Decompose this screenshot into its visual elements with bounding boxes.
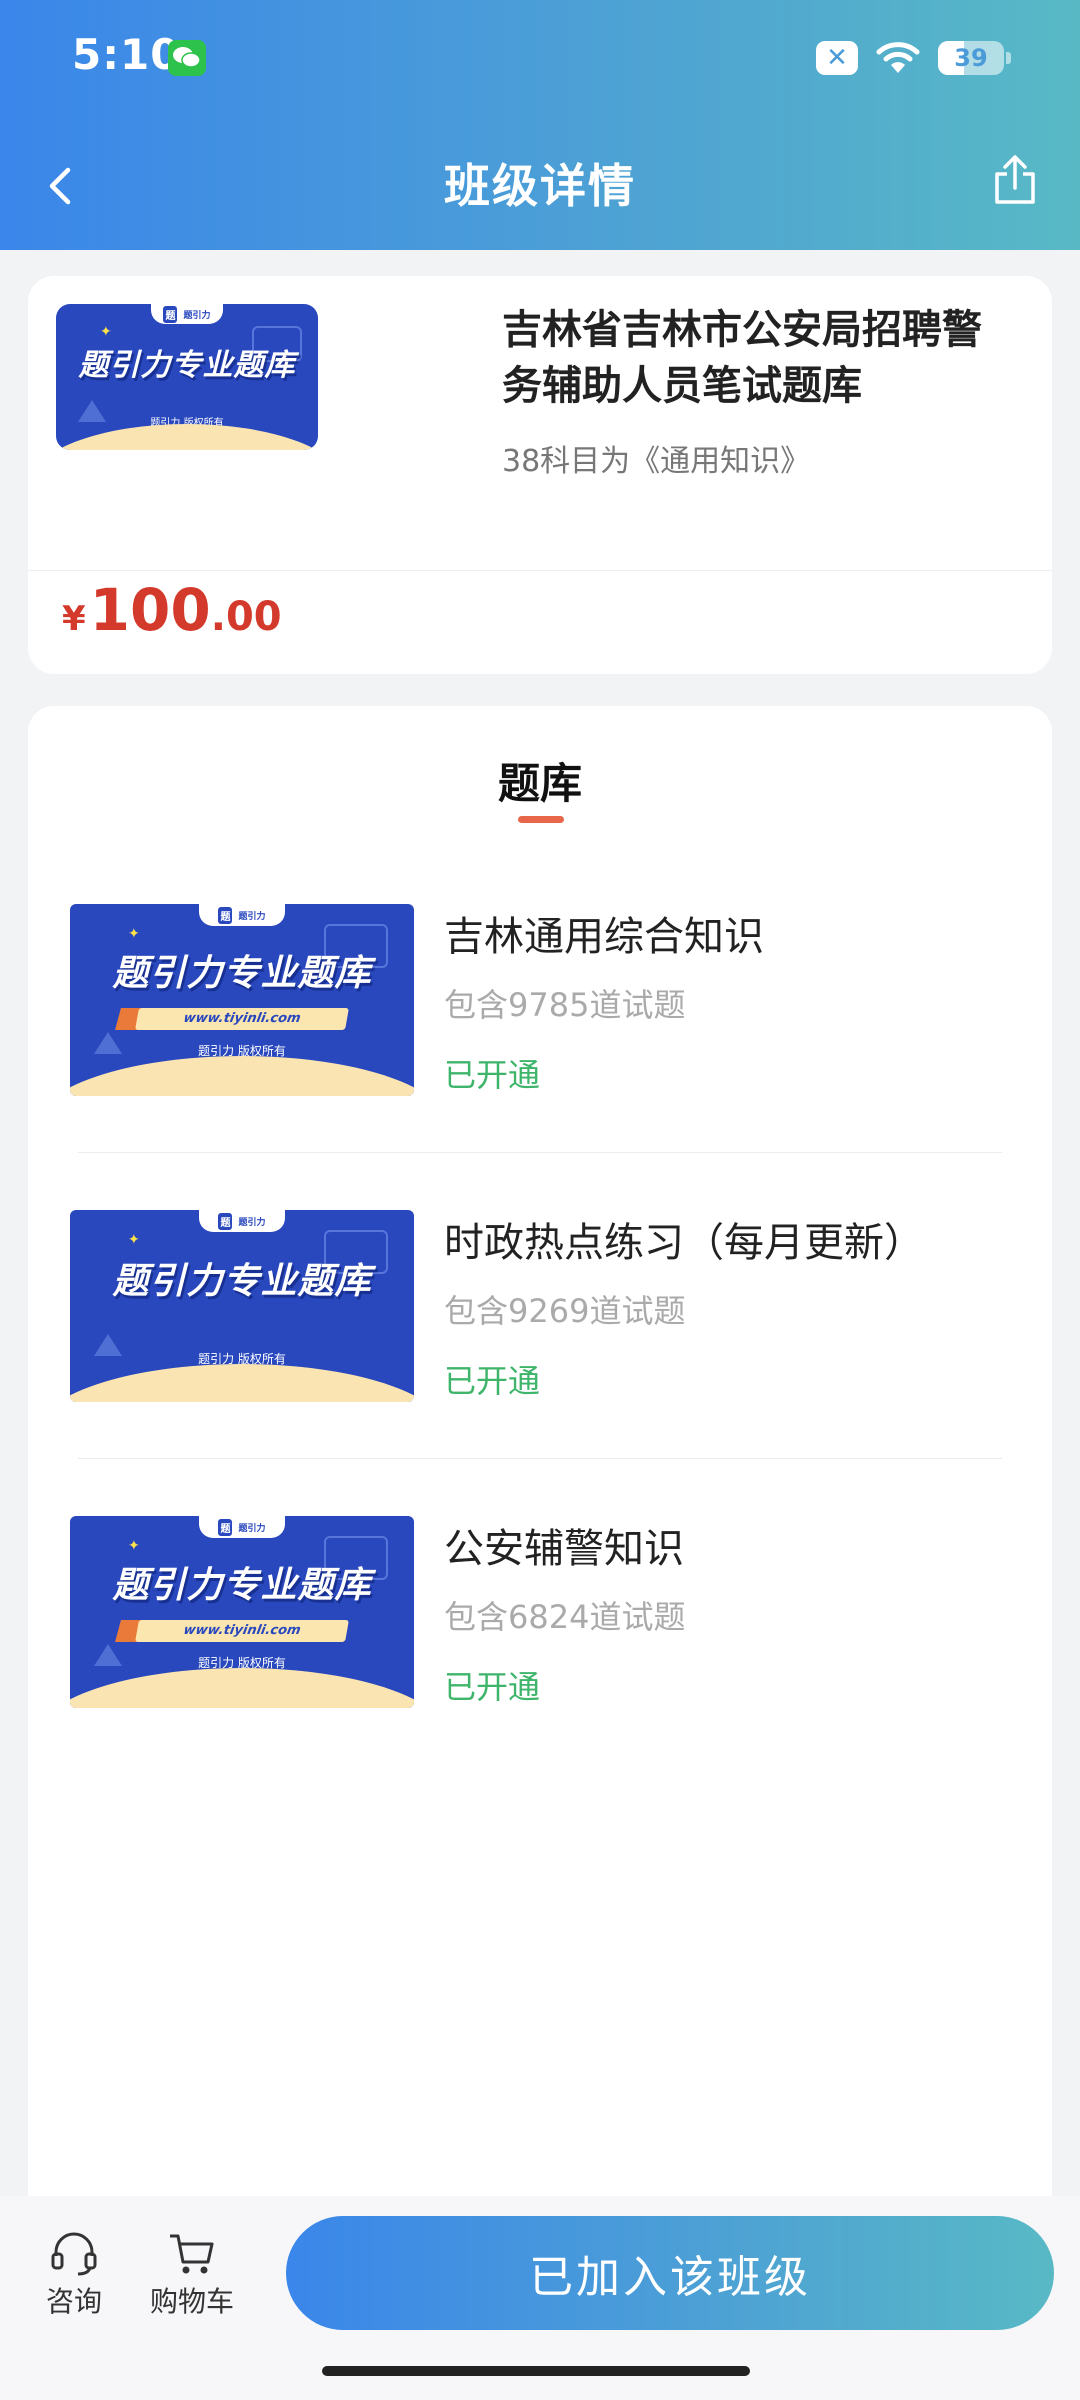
brand-logo-icon: 题 — [163, 305, 178, 323]
banner-wave — [70, 1364, 414, 1402]
banner-wave — [70, 1668, 414, 1708]
bank-status: 已开通 — [444, 1362, 541, 1400]
cart-label: 购物车 — [150, 2285, 235, 2318]
banner-brand-text: 题引力 — [183, 310, 211, 321]
header-bar: 5:10 ✕ 39 班级详情 — [0, 0, 1080, 250]
banner-brand-tab: 题 题引力 — [151, 304, 223, 324]
banner-title: 题引力专业题库 — [112, 1261, 372, 1302]
banner-brand-text: 题引力 — [238, 1523, 266, 1534]
share-icon — [995, 155, 1035, 204]
page-title: 班级详情 — [444, 159, 636, 213]
banner-brand-tab: 题 题引力 — [199, 1516, 285, 1538]
brand-logo-icon: 题 — [218, 1212, 233, 1230]
star-icon: ✦ — [128, 1232, 140, 1248]
battery-icon: 39 — [938, 41, 1011, 75]
shopping-cart-icon — [170, 2234, 214, 2274]
section-tab-indicator — [518, 816, 564, 823]
battery-level: 39 — [954, 44, 988, 72]
class-price: ¥ 100 .00 — [62, 576, 282, 644]
bank-question-count: 包含6824道试题 — [444, 1598, 686, 1636]
price-integer: 100 — [89, 576, 211, 644]
bank-status: 已开通 — [444, 1056, 541, 1094]
class-info-card: ✦ 题 题引力 题引力专业题库 题引力 版权所有 吉林省吉林市公安局招聘警务辅助… — [28, 276, 1052, 674]
divider — [78, 1152, 1002, 1153]
brand-logo-icon: 题 — [218, 1518, 233, 1536]
bank-name: 吉林通用综合知识 — [444, 914, 764, 960]
bank-name: 时政热点练习（每月更新） — [444, 1220, 924, 1266]
price-currency: ¥ — [62, 599, 86, 639]
bank-name: 公安辅警知识 — [444, 1526, 684, 1572]
wifi-icon — [876, 42, 920, 73]
star-icon: ✦ — [128, 926, 140, 942]
bank-question-count: 包含9785道试题 — [444, 986, 686, 1024]
headset-icon — [51, 2232, 97, 2276]
section-title[interactable]: 题库 — [28, 750, 1052, 811]
question-bank-item[interactable]: ✦ 题 题引力 题引力专业题库 www.tiyinli.com 题引力 版权所有… — [28, 904, 1052, 1210]
consult-label: 咨询 — [46, 2285, 103, 2318]
banner-title: 题引力专业题库 — [78, 348, 296, 383]
class-title: 吉林省吉林市公安局招聘警务辅助人员笔试题库 — [502, 307, 982, 409]
bank-cover-image: ✦ 题 题引力 题引力专业题库 www.tiyinli.com 题引力 版权所有 — [70, 1516, 414, 1708]
status-time: 5:10 — [72, 30, 181, 79]
close-notification-icon: ✕ — [816, 41, 858, 75]
brand-logo-icon: 题 — [218, 906, 233, 924]
question-bank-item[interactable]: ✦ 题 题引力 题引力专业题库 题引力 版权所有 时政热点练习（每月更新） 包含… — [28, 1210, 1052, 1516]
star-icon: ✦ — [128, 1538, 140, 1554]
bottom-action-bar: 咨询 购物车 已加入该班级 — [0, 2196, 1080, 2400]
question-bank-item[interactable]: ✦ 题 题引力 题引力专业题库 www.tiyinli.com 题引力 版权所有… — [28, 1516, 1052, 1822]
status-icons: ✕ 39 — [816, 36, 1011, 80]
home-indicator — [322, 2366, 750, 2376]
banner-brand-tab: 题 题引力 — [199, 1210, 285, 1232]
class-subtitle: 38科目为《通用知识》 — [502, 444, 811, 479]
price-decimal: .00 — [210, 594, 282, 640]
wechat-notification-icon — [168, 40, 206, 76]
consult-button[interactable]: 咨询 — [46, 2230, 102, 2320]
banner-url: www.tiyinli.com — [135, 1620, 349, 1642]
banner-title: 题引力专业题库 — [112, 1565, 372, 1606]
bank-question-count: 包含9269道试题 — [444, 1292, 686, 1330]
bank-cover-image: ✦ 题 题引力 题引力专业题库 www.tiyinli.com 题引力 版权所有 — [70, 904, 414, 1096]
joined-class-button[interactable]: 已加入该班级 — [286, 2216, 1054, 2330]
cart-button[interactable]: 购物车 — [150, 2230, 234, 2320]
banner-brand-text: 题引力 — [238, 1217, 266, 1228]
divider — [28, 570, 1052, 571]
question-bank-card: 题库 ✦ 题 题引力 题引力专业题库 www.tiyinli.com 题引力 版… — [28, 706, 1052, 2196]
divider — [78, 1458, 1002, 1459]
banner-brand-tab: 题 题引力 — [199, 904, 285, 926]
banner-url: www.tiyinli.com — [135, 1008, 349, 1030]
class-cover-image: ✦ 题 题引力 题引力专业题库 题引力 版权所有 — [56, 304, 318, 450]
banner-wave — [70, 1056, 414, 1096]
bank-cover-image: ✦ 题 题引力 题引力专业题库 题引力 版权所有 — [70, 1210, 414, 1402]
banner-title: 题引力专业题库 — [112, 953, 372, 994]
banner-brand-text: 题引力 — [238, 911, 266, 922]
bank-status: 已开通 — [444, 1668, 541, 1706]
share-button[interactable] — [990, 152, 1040, 208]
star-icon: ✦ — [100, 324, 112, 340]
